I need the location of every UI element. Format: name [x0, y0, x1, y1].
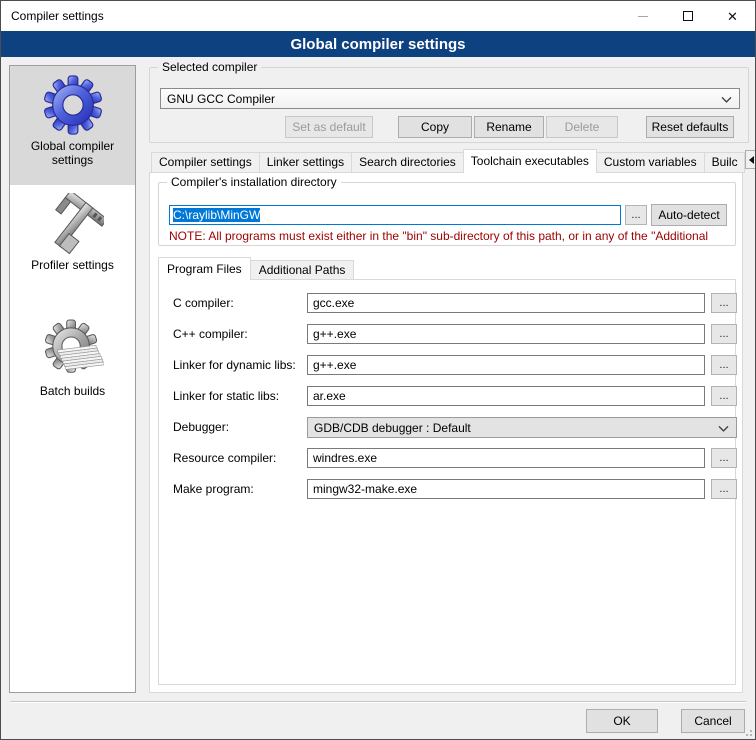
- sidebar-item-label: Profiler settings: [17, 258, 129, 272]
- debugger-select-value: GDB/CDB debugger : Default: [314, 421, 471, 435]
- dialog-banner: Global compiler settings: [1, 31, 755, 57]
- tab-linker-settings[interactable]: Linker settings: [260, 152, 352, 173]
- cpp-compiler-label: C++ compiler:: [173, 324, 248, 344]
- debugger-label: Debugger:: [173, 417, 229, 437]
- c-compiler-browse-button[interactable]: ...: [711, 293, 737, 313]
- maximize-button[interactable]: [665, 1, 710, 31]
- linker-static-input[interactable]: [307, 386, 705, 406]
- field-row-c-compiler: C compiler: ...: [159, 293, 735, 313]
- compiler-select-value: GNU GCC Compiler: [167, 92, 275, 106]
- field-row-make-program: Make program: ...: [159, 479, 735, 499]
- chevron-down-icon: [721, 96, 732, 103]
- gray-gear-papers-icon: [42, 319, 104, 381]
- sidebar-item-global-compiler-settings[interactable]: Global compiler settings: [10, 66, 135, 185]
- tab-scroll-arrows: [745, 149, 756, 173]
- tab-additional-paths[interactable]: Additional Paths: [251, 260, 355, 280]
- linker-static-label: Linker for static libs:: [173, 386, 279, 406]
- tab-toolchain-executables[interactable]: Toolchain executables: [463, 149, 597, 173]
- cpp-compiler-input[interactable]: [307, 324, 705, 344]
- window-controls: ✕: [620, 1, 755, 31]
- close-button[interactable]: ✕: [710, 1, 755, 31]
- sidebar-item-label: Global compiler settings: [17, 139, 129, 167]
- group-legend: Selected compiler: [158, 60, 261, 74]
- installation-dir-browse-button[interactable]: ...: [625, 205, 647, 225]
- program-files-panel: C compiler: ... C++ compiler: ... Linker…: [158, 279, 736, 685]
- linker-dynamic-label: Linker for dynamic libs:: [173, 355, 296, 375]
- settings-category-list: Global compiler settings Profiler: [9, 65, 136, 693]
- resize-grip[interactable]: [742, 726, 752, 736]
- minimize-button[interactable]: [620, 1, 665, 31]
- tab-compiler-settings[interactable]: Compiler settings: [151, 152, 260, 173]
- tab-program-files[interactable]: Program Files: [158, 257, 251, 280]
- tab-scroll-left-button[interactable]: [745, 150, 756, 169]
- cpp-compiler-browse-button[interactable]: ...: [711, 324, 737, 344]
- debugger-select[interactable]: GDB/CDB debugger : Default: [307, 417, 737, 438]
- auto-detect-button[interactable]: Auto-detect: [651, 204, 727, 226]
- blue-gear-icon: [42, 74, 104, 136]
- field-row-resource-compiler: Resource compiler: ...: [159, 448, 735, 468]
- tab-search-directories[interactable]: Search directories: [352, 152, 464, 173]
- compiler-select[interactable]: GNU GCC Compiler: [160, 88, 740, 109]
- minimize-icon: [638, 16, 648, 17]
- tab-custom-variables[interactable]: Custom variables: [597, 152, 705, 173]
- program-files-tabstrip: Program Files Additional Paths: [158, 257, 354, 280]
- field-row-cpp-compiler: C++ compiler: ...: [159, 324, 735, 344]
- group-legend: Compiler's installation directory: [167, 175, 341, 189]
- copy-button[interactable]: Copy: [398, 116, 472, 138]
- chevron-down-icon: [718, 425, 729, 432]
- linker-static-browse-button[interactable]: ...: [711, 386, 737, 406]
- triangle-left-icon: [749, 156, 754, 164]
- resource-compiler-input[interactable]: [307, 448, 705, 468]
- caliper-icon: [42, 193, 104, 255]
- toolchain-executables-panel: Compiler's installation directory C:\ray…: [149, 172, 743, 693]
- make-program-input[interactable]: [307, 479, 705, 499]
- linker-dynamic-browse-button[interactable]: ...: [711, 355, 737, 375]
- resource-compiler-browse-button[interactable]: ...: [711, 448, 737, 468]
- field-row-linker-static: Linker for static libs: ...: [159, 386, 735, 406]
- window-title: Compiler settings: [1, 9, 104, 23]
- settings-tabstrip: Compiler settings Linker settings Search…: [151, 149, 756, 173]
- sidebar-item-batch-builds[interactable]: Batch builds: [10, 295, 135, 398]
- ok-button[interactable]: OK: [586, 709, 658, 733]
- c-compiler-input[interactable]: [307, 293, 705, 313]
- maximize-icon: [683, 11, 693, 21]
- make-program-label: Make program:: [173, 479, 254, 499]
- cancel-button[interactable]: Cancel: [681, 709, 745, 733]
- delete-button[interactable]: Delete: [546, 116, 618, 138]
- installation-dir-selected-text: C:\raylib\MinGW: [173, 208, 260, 222]
- reset-defaults-button[interactable]: Reset defaults: [646, 116, 734, 138]
- installation-note: NOTE: All programs must exist either in …: [169, 229, 735, 243]
- titlebar[interactable]: Compiler settings ✕: [1, 1, 755, 31]
- make-program-browse-button[interactable]: ...: [711, 479, 737, 499]
- footer-separator: [10, 701, 746, 702]
- sidebar-item-label: Batch builds: [17, 384, 129, 398]
- field-row-linker-dynamic: Linker for dynamic libs: ...: [159, 355, 735, 375]
- rename-button[interactable]: Rename: [474, 116, 544, 138]
- field-row-debugger: Debugger: GDB/CDB debugger : Default: [159, 417, 735, 437]
- c-compiler-label: C compiler:: [173, 293, 234, 313]
- installation-directory-group: Compiler's installation directory C:\ray…: [158, 182, 736, 246]
- compiler-settings-dialog: Compiler settings ✕ Global compiler sett…: [0, 0, 756, 740]
- page-title: Global compiler settings: [290, 36, 465, 53]
- installation-dir-input[interactable]: C:\raylib\MinGW: [169, 205, 621, 225]
- resource-compiler-label: Resource compiler:: [173, 448, 276, 468]
- selected-compiler-group: Selected compiler GNU GCC Compiler Set a…: [149, 67, 749, 143]
- tab-build-options-clipped[interactable]: Builc: [705, 152, 745, 173]
- close-icon: ✕: [727, 10, 738, 23]
- sidebar-item-profiler-settings[interactable]: Profiler settings: [10, 185, 135, 295]
- linker-dynamic-input[interactable]: [307, 355, 705, 375]
- set-as-default-button[interactable]: Set as default: [285, 116, 373, 138]
